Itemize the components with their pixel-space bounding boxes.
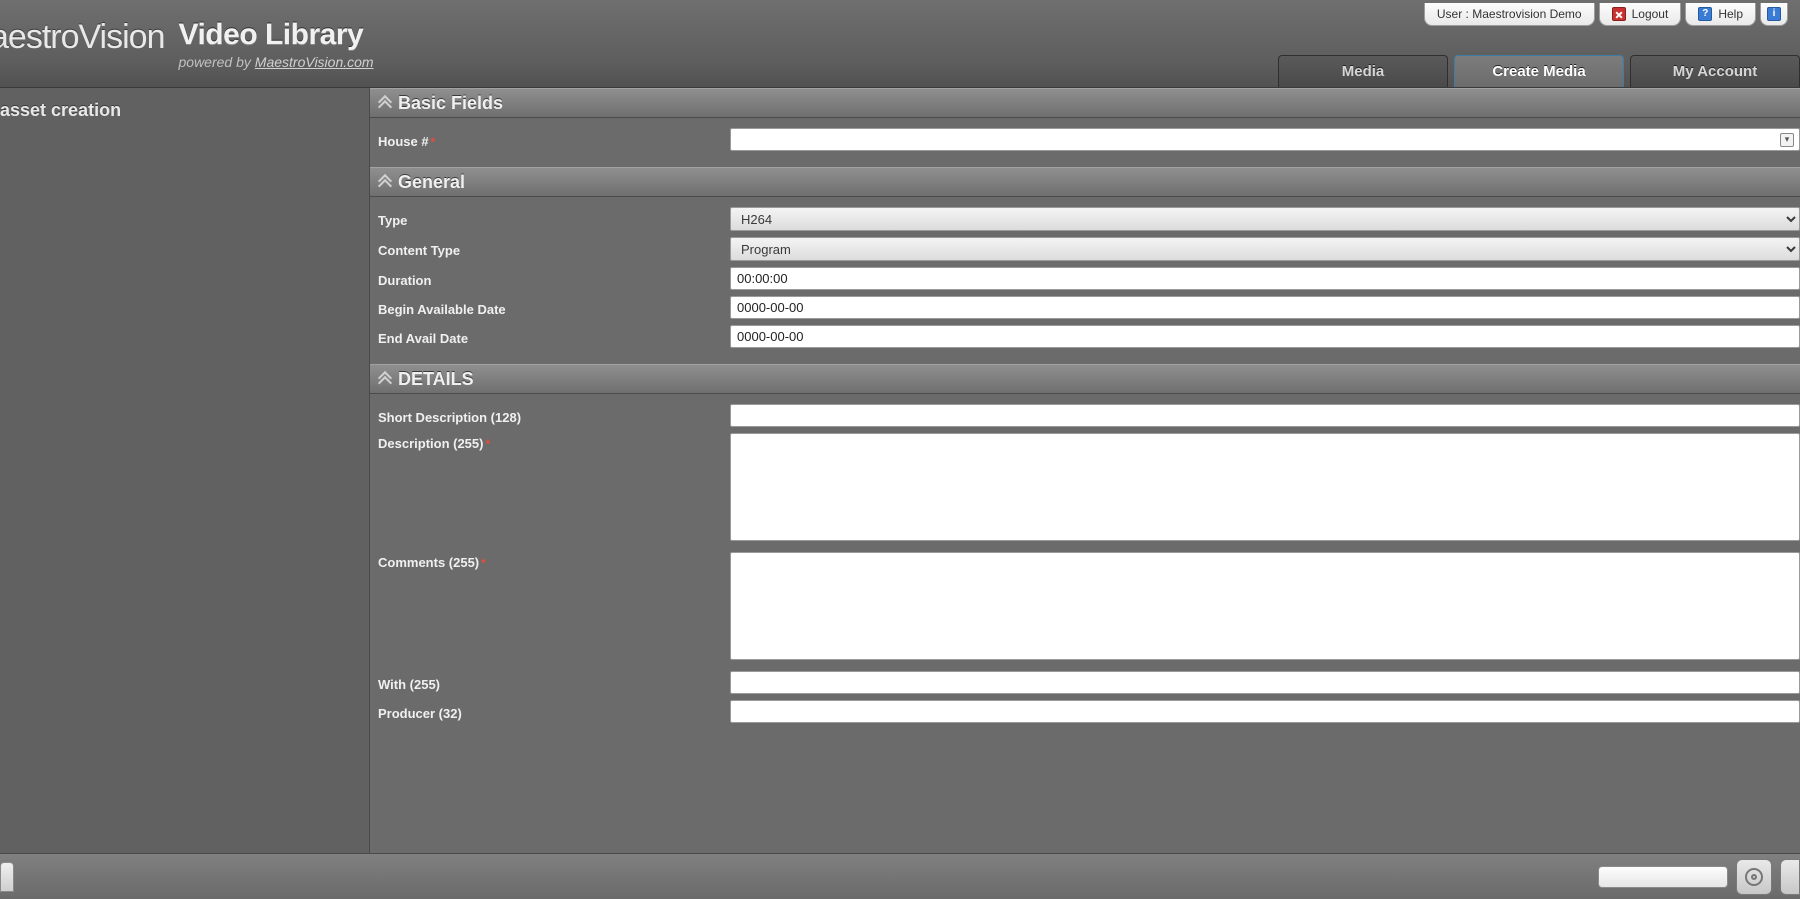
section-header-basic[interactable]: Basic Fields xyxy=(370,88,1800,118)
short-desc-input[interactable] xyxy=(730,404,1800,427)
short-desc-label: Short Description (128) xyxy=(378,407,730,425)
desc-input[interactable] xyxy=(730,433,1800,541)
duration-label: Duration xyxy=(378,270,730,288)
sidebar: asset creation xyxy=(0,88,370,853)
footer-bar xyxy=(0,853,1800,899)
field-short-desc: Short Description (128) xyxy=(378,404,1800,427)
end-date-label: End Avail Date xyxy=(378,328,730,346)
collapse-icon xyxy=(378,372,392,386)
info-icon: i xyxy=(1767,7,1781,21)
help-label: Help xyxy=(1718,7,1743,21)
logout-button[interactable]: Logout xyxy=(1599,3,1682,26)
begin-date-input[interactable] xyxy=(730,296,1800,319)
producer-input[interactable] xyxy=(730,700,1800,723)
section-body-details: Short Description (128) Description (255… xyxy=(370,394,1800,739)
field-desc: Description (255)* xyxy=(378,433,1800,546)
required-marker: * xyxy=(485,437,490,451)
content-type-select[interactable]: Program xyxy=(730,237,1800,261)
subtitle-prefix: powered by xyxy=(179,54,255,70)
user-label-text: User : Maestrovision Demo xyxy=(1437,7,1582,21)
desc-label: Description (255)* xyxy=(378,433,730,451)
tab-my-account[interactable]: My Account xyxy=(1630,55,1800,87)
app-subtitle: powered by MaestroVision.com xyxy=(179,54,374,70)
section-title-details: DETAILS xyxy=(398,369,474,390)
logo-text: aestroVision xyxy=(0,18,179,57)
type-select[interactable]: H264 xyxy=(730,207,1800,231)
footer-edge-button[interactable] xyxy=(1780,859,1800,895)
sidebar-title: asset creation xyxy=(0,88,369,121)
user-bar: User : Maestrovision Demo Logout ? Help … xyxy=(1424,0,1788,28)
house-input[interactable] xyxy=(730,128,1800,151)
footer-settings-button[interactable] xyxy=(1736,859,1772,895)
tab-media[interactable]: Media xyxy=(1278,55,1448,87)
section-body-general: Type H264 Content Type Program Duration xyxy=(370,197,1800,364)
field-with: With (255) xyxy=(378,671,1800,694)
section-body-basic: House #* ▾ xyxy=(370,118,1800,167)
subtitle-link[interactable]: MaestroVision.com xyxy=(255,54,374,70)
end-date-input[interactable] xyxy=(730,325,1800,348)
duration-input[interactable] xyxy=(730,267,1800,290)
footer-tab-handle[interactable] xyxy=(0,862,14,892)
field-duration: Duration xyxy=(378,267,1800,290)
required-marker: * xyxy=(481,556,486,570)
gear-icon xyxy=(1745,868,1763,886)
comments-label-text: Comments (255) xyxy=(378,555,479,570)
field-type: Type H264 xyxy=(378,207,1800,231)
field-begin-date: Begin Available Date xyxy=(378,296,1800,319)
comments-label: Comments (255)* xyxy=(378,552,730,570)
lookup-icon[interactable]: ▾ xyxy=(1780,133,1794,147)
collapse-icon xyxy=(378,175,392,189)
comments-input[interactable] xyxy=(730,552,1800,660)
begin-date-label: Begin Available Date xyxy=(378,299,730,317)
help-button[interactable]: ? Help xyxy=(1685,3,1756,26)
house-label-text: House # xyxy=(378,134,429,149)
close-icon xyxy=(1612,7,1626,21)
house-label: House #* xyxy=(378,131,730,149)
required-marker: * xyxy=(431,135,436,149)
footer-search-input[interactable] xyxy=(1598,866,1728,888)
tab-create-media[interactable]: Create Media xyxy=(1454,55,1624,87)
type-label: Type xyxy=(378,210,730,228)
app-title: Video Library xyxy=(179,18,374,52)
user-label: User : Maestrovision Demo xyxy=(1424,3,1595,26)
section-title-basic: Basic Fields xyxy=(398,93,503,114)
field-end-date: End Avail Date xyxy=(378,325,1800,348)
section-header-general[interactable]: General xyxy=(370,167,1800,197)
field-content-type: Content Type Program xyxy=(378,237,1800,261)
extra-button[interactable]: i xyxy=(1760,3,1788,26)
main-area: asset creation Basic Fields House #* ▾ xyxy=(0,88,1800,853)
logout-label: Logout xyxy=(1632,7,1669,21)
section-title-general: General xyxy=(398,172,465,193)
title-block: Video Library powered by MaestroVision.c… xyxy=(179,18,374,70)
field-comments: Comments (255)* xyxy=(378,552,1800,665)
with-input[interactable] xyxy=(730,671,1800,694)
collapse-icon xyxy=(378,96,392,110)
content-area: Basic Fields House #* ▾ General xyxy=(370,88,1800,853)
house-input-wrap: ▾ xyxy=(730,128,1800,151)
logo-block: aestroVision Video Library powered by Ma… xyxy=(0,0,374,70)
main-tabs: Media Create Media My Account xyxy=(1278,55,1800,87)
content-type-label: Content Type xyxy=(378,240,730,258)
field-house: House #* ▾ xyxy=(378,128,1800,151)
producer-label: Producer (32) xyxy=(378,703,730,721)
field-producer: Producer (32) xyxy=(378,700,1800,723)
section-header-details[interactable]: DETAILS xyxy=(370,364,1800,394)
desc-label-text: Description (255) xyxy=(378,436,483,451)
with-label: With (255) xyxy=(378,674,730,692)
help-icon: ? xyxy=(1698,7,1712,21)
